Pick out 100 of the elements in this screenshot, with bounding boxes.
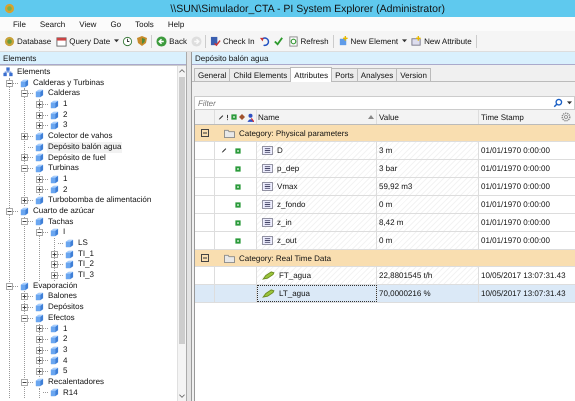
expand-toggle[interactable]: [36, 357, 43, 364]
expand-toggle[interactable]: [21, 197, 28, 204]
tree-item[interactable]: R14: [62, 388, 79, 398]
scrollbar[interactable]: [177, 66, 186, 401]
tab[interactable]: Analyses: [356, 68, 398, 81]
tab[interactable]: Attributes: [290, 67, 332, 82]
tree-item[interactable]: 2: [62, 184, 68, 196]
collapse-toggle[interactable]: [21, 314, 28, 322]
settings-icon[interactable]: [561, 112, 571, 122]
dropdown-arrow-icon[interactable]: [114, 39, 120, 43]
collapse-toggle[interactable]: [21, 90, 28, 98]
tree-item[interactable]: Calderas y Turbinas: [32, 78, 106, 88]
cube-icon: [50, 324, 59, 334]
expand-toggle[interactable]: [36, 112, 43, 119]
toolbar-button[interactable]: New Attribute: [410, 36, 473, 46]
menu-item[interactable]: Tools: [128, 20, 161, 28]
tree-item[interactable]: TI_2: [77, 259, 96, 270]
expand-toggle[interactable]: [36, 122, 43, 130]
tab[interactable]: Ports: [331, 68, 358, 81]
toolbar-button[interactable]: Query Date: [55, 36, 112, 46]
tag-icon: [262, 289, 275, 298]
tree-item[interactable]: Cuarto de azúcar: [32, 206, 96, 217]
tree-item[interactable]: 1: [62, 324, 68, 334]
tree-item[interactable]: Depósito balón agua: [47, 142, 122, 153]
tree-item[interactable]: TI_3: [77, 270, 96, 281]
collapse-toggle[interactable]: [21, 165, 28, 172]
menu-item[interactable]: Help: [160, 20, 192, 28]
menu-item[interactable]: View: [72, 20, 104, 28]
tree-item[interactable]: Turbobomba de alimentación: [47, 195, 152, 206]
collapse-toggle[interactable]: [6, 80, 13, 87]
tree-item[interactable]: I: [62, 227, 66, 238]
column-header[interactable]: Name: [257, 110, 377, 124]
expand-toggle[interactable]: [21, 304, 28, 311]
tree-item[interactable]: Tachas: [47, 216, 74, 228]
timestamp: 01/01/1970 0:00:00: [481, 200, 550, 209]
clock-icon[interactable]: [122, 36, 134, 46]
toolbar-button[interactable]: Back: [155, 36, 188, 46]
expand-toggle[interactable]: [21, 293, 28, 300]
menu-item[interactable]: Search: [32, 20, 72, 28]
tree-item[interactable]: Depósitos: [47, 302, 85, 313]
tree-item[interactable]: 3: [62, 120, 68, 132]
tree-item[interactable]: 2: [62, 334, 68, 345]
tab[interactable]: General: [194, 68, 230, 81]
tree-item[interactable]: Balones: [47, 291, 78, 302]
undo-icon[interactable]: [258, 36, 270, 46]
tree-item[interactable]: Efectos: [47, 312, 76, 324]
shield-icon[interactable]: [136, 35, 148, 47]
tab[interactable]: Version: [396, 68, 431, 81]
expand-toggle[interactable]: [36, 325, 43, 332]
collapse-toggle[interactable]: [6, 208, 13, 215]
tree-item[interactable]: 5: [62, 366, 68, 377]
tree-item[interactable]: 1: [62, 99, 68, 110]
tree-root[interactable]: Elements: [16, 67, 52, 78]
tree-item[interactable]: LS: [77, 238, 89, 249]
tree-item[interactable]: 3: [62, 344, 68, 356]
tree-item[interactable]: Recalentadores: [47, 376, 106, 388]
collapse-toggle[interactable]: [21, 378, 28, 386]
column-header[interactable]: Value: [377, 110, 479, 124]
cube-icon: [50, 185, 59, 194]
collapse-toggle[interactable]: [200, 254, 208, 262]
expand-toggle[interactable]: [36, 186, 43, 194]
toolbar-button[interactable]: Database: [3, 36, 52, 46]
filter-field[interactable]: Filter: [194, 96, 575, 110]
tree-item[interactable]: Depósito de fuel: [47, 152, 107, 164]
scroll-up-icon[interactable]: [179, 69, 185, 73]
expand-toggle[interactable]: [21, 132, 28, 140]
collapse-toggle[interactable]: [21, 218, 28, 226]
tab[interactable]: Child Elements: [229, 68, 292, 81]
menu-item[interactable]: Go: [103, 20, 128, 28]
dropdown-arrow-icon[interactable]: [567, 101, 572, 105]
expand-toggle[interactable]: [51, 272, 58, 279]
tree-item[interactable]: TI_1: [77, 248, 96, 260]
expand-toggle[interactable]: [36, 336, 43, 344]
toolbar-button[interactable]: New Element: [336, 36, 400, 46]
expand-toggle[interactable]: [36, 100, 43, 108]
collapse-toggle[interactable]: [200, 129, 208, 137]
tree-item[interactable]: Calderas: [47, 88, 82, 100]
column-header[interactable]: Time Stamp: [479, 110, 575, 124]
search-icon[interactable]: [553, 98, 563, 108]
menu-item[interactable]: File: [6, 20, 33, 28]
toolbar-button[interactable]: Check In: [208, 36, 256, 46]
expand-toggle[interactable]: [21, 154, 28, 162]
expand-toggle[interactable]: [51, 250, 58, 258]
dropdown-arrow-icon[interactable]: [402, 39, 408, 43]
expand-toggle[interactable]: [36, 346, 43, 354]
tree-item[interactable]: Turbinas: [47, 163, 80, 174]
tree-item[interactable]: Colector de vahos: [47, 131, 114, 142]
tree-item[interactable]: Evaporación: [32, 280, 78, 292]
tree-item[interactable]: 4: [62, 356, 68, 366]
expand-toggle[interactable]: [51, 261, 58, 268]
tree-item[interactable]: 1: [62, 174, 68, 185]
tree-item[interactable]: 2: [62, 110, 68, 120]
checkmark-icon[interactable]: [272, 36, 284, 46]
toolbar-button[interactable]: Refresh: [286, 36, 330, 46]
collapse-toggle[interactable]: [36, 229, 43, 236]
square-icon: [235, 166, 241, 172]
expand-toggle[interactable]: [36, 368, 43, 376]
expand-toggle[interactable]: [36, 176, 43, 183]
scroll-down-icon[interactable]: [179, 394, 185, 398]
collapse-toggle[interactable]: [6, 282, 13, 290]
